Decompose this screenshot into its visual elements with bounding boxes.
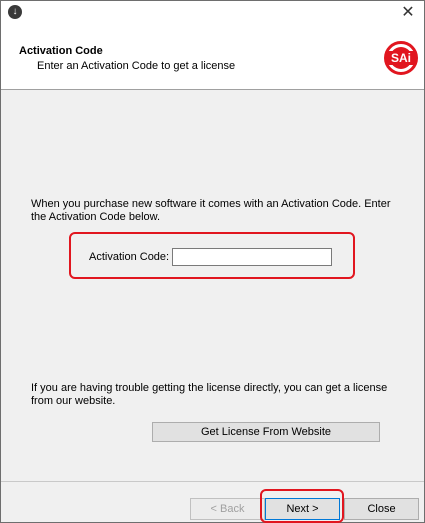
trouble-text: If you are having trouble getting the li… — [31, 382, 388, 407]
page-subtitle: Enter an Activation Code to get a licens… — [37, 60, 236, 72]
sai-logo-icon: SAi — [384, 41, 418, 75]
next-button[interactable]: Next > — [265, 498, 340, 520]
footer-divider — [1, 481, 424, 482]
logo-text: SAi — [391, 51, 411, 65]
page-title: Activation Code — [19, 45, 103, 57]
activation-code-input[interactable] — [172, 248, 332, 266]
dialog-window: ↓ ✕ Activation Code Enter an Activation … — [0, 0, 425, 523]
get-license-website-button[interactable]: Get License From Website — [152, 422, 380, 442]
close-icon[interactable]: ✕ — [398, 2, 418, 22]
close-button[interactable]: Close — [344, 498, 419, 520]
app-icon: ↓ — [8, 5, 22, 19]
title-bar: ↓ ✕ — [1, 1, 424, 23]
wizard-header: Activation Code Enter an Activation Code… — [1, 23, 424, 90]
activation-code-label: Activation Code: — [89, 251, 170, 263]
intro-text: When you purchase new software it comes … — [31, 198, 391, 223]
back-button[interactable]: < Back — [190, 498, 265, 520]
